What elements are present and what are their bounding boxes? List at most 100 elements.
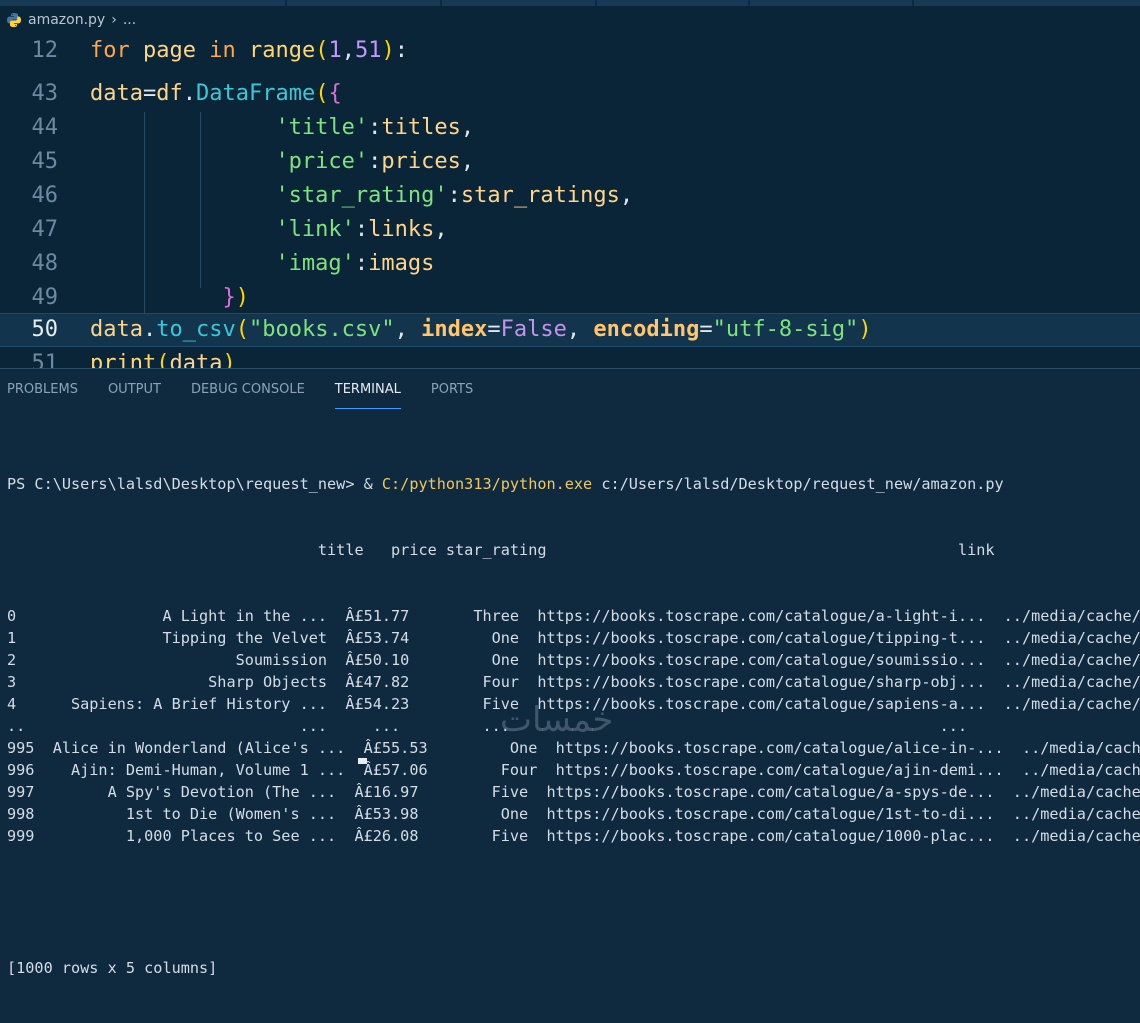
- table-row: 999 1,000 Places to See ... Â£26.08 Five…: [7, 827, 1140, 845]
- code-token: (: [315, 38, 329, 63]
- table-row: 1 Tipping the Velvet Â£53.74 One https:/…: [7, 629, 1140, 647]
- code-line[interactable]: 45 'price':prices,: [0, 145, 1140, 179]
- code-line[interactable]: 44 'title':titles,: [0, 111, 1140, 145]
- terminal-prompt: PS C:\Users\lalsd\Desktop\request_new> &: [7, 475, 382, 493]
- chevron-right-icon: ›: [111, 12, 117, 28]
- code-token: df: [156, 81, 183, 106]
- code-token: :: [354, 217, 369, 242]
- line-number: 47: [31, 217, 59, 242]
- code-token: .: [182, 81, 196, 106]
- code-token: data: [169, 351, 223, 368]
- terminal-command-line: PS C:\Users\lalsd\Desktop\request_new> &…: [7, 473, 1140, 495]
- code-line[interactable]: 43 data=df.DataFrame({: [0, 77, 1140, 111]
- code-token: }: [222, 285, 236, 310]
- code-editor[interactable]: 12 for page in range(1,51): 43 data=df.Data…: [0, 34, 1140, 368]
- code-token: print: [90, 351, 157, 368]
- tab-output[interactable]: OUTPUT: [108, 369, 161, 409]
- code-token: ,: [460, 115, 475, 140]
- code-token: for: [90, 38, 130, 63]
- code-line[interactable]: 50 data.to_csv("books.csv", index=False, …: [0, 313, 1140, 347]
- code-token: ,: [619, 183, 634, 208]
- code-text: 'title':titles,: [90, 111, 474, 145]
- code-token: 'star_rating': [275, 183, 448, 208]
- code-text: for page in range(1,51):: [90, 34, 408, 68]
- code-token: =: [699, 317, 713, 342]
- terminal-script-path: c:/Users/lalsd/Desktop/request_new/amazo…: [592, 475, 1004, 493]
- code-line[interactable]: 12 for page in range(1,51):: [0, 34, 1140, 68]
- code-token: ): [222, 351, 236, 368]
- code-token: "books.csv": [248, 317, 395, 342]
- code-token: ,: [434, 217, 448, 242]
- code-token: titles: [381, 115, 461, 140]
- table-header: title price star_rating link: [7, 541, 995, 559]
- code-token: :: [447, 183, 461, 208]
- line-number: 48: [31, 251, 59, 276]
- tab-problems[interactable]: PROBLEMS: [7, 369, 78, 409]
- code-token: prices: [381, 149, 461, 174]
- line-number: 43: [31, 81, 59, 106]
- line-number: 51: [31, 351, 59, 368]
- code-text: 'link':links,: [90, 213, 448, 247]
- code-token: encoding: [593, 317, 700, 342]
- code-token: {: [328, 81, 342, 106]
- code-line[interactable]: 48 'imag':imags: [0, 247, 1140, 281]
- code-token: ): [381, 38, 395, 63]
- tab-debug-console[interactable]: DEBUG CONSOLE: [191, 369, 305, 409]
- python-file-icon: [7, 13, 21, 27]
- code-token: ): [235, 285, 249, 310]
- code-token: :: [394, 38, 408, 63]
- code-text: 'star_rating':star_ratings,: [90, 179, 633, 213]
- code-token: 'title': [275, 115, 369, 140]
- table-row: 995 Alice in Wonderland (Alice's ... Â£5…: [7, 739, 1140, 757]
- code-token: star_ratings: [460, 183, 620, 208]
- breadcrumb-file[interactable]: amazon.py: [28, 12, 105, 28]
- line-number: 12: [31, 38, 59, 63]
- table-summary: [1000 rows x 5 columns]: [7, 959, 218, 977]
- line-number: 50: [31, 317, 59, 342]
- code-token: .: [142, 317, 157, 342]
- breadcrumb-more[interactable]: ...: [123, 12, 136, 28]
- code-token: (: [315, 81, 329, 106]
- code-token: :: [368, 149, 382, 174]
- code-text: data.to_csv("books.csv", index=False, en…: [90, 313, 872, 347]
- tab-terminal[interactable]: TERMINAL: [334, 369, 401, 409]
- code-token: =: [142, 81, 157, 106]
- table-row: 996 Ajin: Demi-Human, Volume 1 ... Â£57.…: [7, 761, 1140, 779]
- table-row: 997 A Spy's Devotion (The ... Â£16.97 Fi…: [7, 783, 1140, 801]
- code-token: 1: [328, 38, 342, 63]
- panel-tabs: PROBLEMS OUTPUT DEBUG CONSOLE TERMINAL PORTS: [0, 369, 496, 409]
- line-number: 46: [31, 183, 59, 208]
- code-token: page: [143, 38, 196, 63]
- line-number: 45: [31, 149, 59, 174]
- code-token: index: [421, 317, 488, 342]
- code-line[interactable]: 49 }): [0, 281, 1140, 315]
- code-token: False: [500, 317, 567, 342]
- tab-ports[interactable]: PORTS: [431, 369, 473, 409]
- code-token: data: [90, 81, 143, 106]
- code-text: 'imag':imags: [90, 247, 434, 281]
- code-token: ,: [341, 38, 355, 63]
- code-text: 'price':prices,: [90, 145, 474, 179]
- terminal-exe-path: C:/python313/python.exe: [381, 475, 593, 493]
- code-token: data: [90, 317, 143, 342]
- code-line[interactable]: 47 'link':links,: [0, 213, 1140, 247]
- code-token: links: [368, 217, 435, 242]
- table-row: 2 Soumission Â£50.10 One https://books.t…: [7, 651, 1140, 669]
- code-token: in: [209, 38, 236, 63]
- terminal-cursor: [358, 758, 367, 764]
- code-token: (: [235, 317, 249, 342]
- table-row: 3 Sharp Objects Â£47.82 Four https://boo…: [7, 673, 1140, 691]
- code-text: data=df.DataFrame({: [90, 77, 342, 111]
- code-token: "utf-8-sig": [712, 317, 859, 342]
- code-token: ,: [394, 317, 422, 342]
- code-line[interactable]: 46 'star_rating':star_ratings,: [0, 179, 1140, 213]
- code-line[interactable]: 51 print(data): [0, 347, 1140, 368]
- line-number: 44: [31, 115, 59, 140]
